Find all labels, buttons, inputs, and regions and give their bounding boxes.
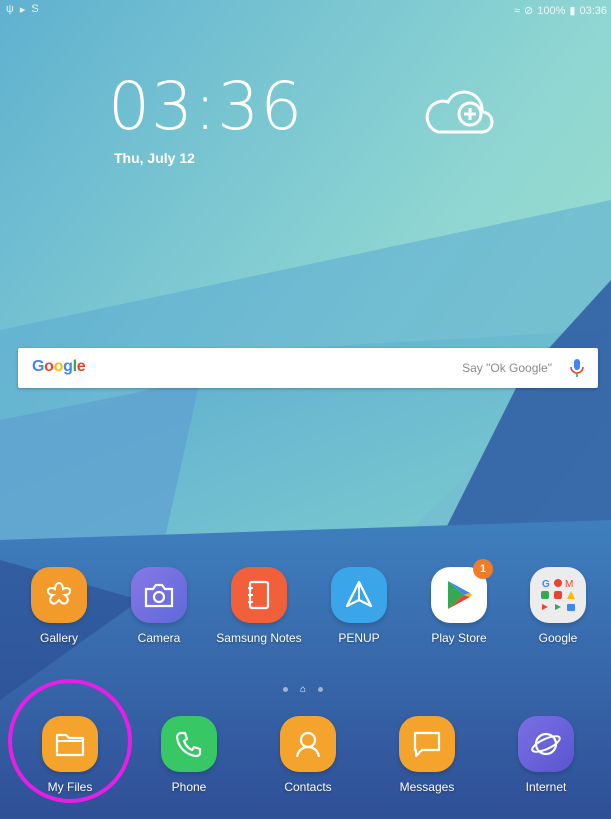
play-store-icon: 1	[431, 559, 493, 623]
page-dot	[318, 687, 324, 692]
search-hint: Say "Ok Google"	[462, 361, 552, 375]
status-time: 03:36	[579, 4, 607, 17]
usb-icon: ψ	[6, 3, 14, 15]
camera-icon	[131, 567, 187, 623]
app-label: Contacts	[284, 780, 332, 794]
status-bar: ψ ▸ S ≈ ⊘ 100% ▮ 03:36	[0, 0, 611, 20]
penup-icon	[331, 567, 387, 623]
app-play-store[interactable]: 1 Play Store	[409, 559, 509, 645]
app-label: Samsung Notes	[216, 631, 302, 645]
app-label: Phone	[171, 780, 207, 794]
notes-icon	[231, 567, 287, 623]
home-page-icon: ⌂	[300, 684, 307, 695]
app-penup[interactable]: PENUP	[309, 567, 409, 645]
app-samsung-notes[interactable]: Samsung Notes	[209, 567, 309, 645]
app-google-folder[interactable]: G M Google	[508, 567, 608, 645]
battery-icon: ▮	[569, 5, 576, 17]
svg-text:M: M	[565, 579, 573, 590]
app-internet[interactable]: Internet	[496, 716, 596, 794]
app-label: Camera	[137, 631, 181, 645]
internet-icon	[518, 716, 574, 772]
phone-icon	[161, 716, 217, 772]
my-files-highlight-circle	[8, 679, 132, 803]
app-contacts[interactable]: Contacts	[258, 716, 358, 794]
app-phone[interactable]: Phone	[139, 716, 239, 794]
svg-text:G: G	[542, 579, 550, 590]
mute-icon: ⊘	[524, 5, 534, 17]
cloud-plus-icon[interactable]	[424, 88, 494, 136]
app-label: Play Store	[431, 631, 487, 645]
app-gallery[interactable]: Gallery	[9, 567, 109, 645]
gallery-icon	[31, 567, 87, 623]
battery-percent: 100%	[537, 4, 566, 17]
app-label: Messages	[399, 780, 455, 794]
mic-icon[interactable]	[570, 358, 584, 378]
notification-badge: 1	[473, 559, 493, 579]
lockscreen-clock: 03:36	[108, 68, 304, 145]
app-label: Internet	[525, 780, 567, 794]
google-logo: Google	[32, 358, 86, 375]
messages-icon	[399, 716, 455, 772]
app-messages[interactable]: Messages	[377, 716, 477, 794]
google-folder-icon: G M	[530, 567, 586, 623]
page-indicator[interactable]: ⌂	[283, 684, 324, 695]
app-camera[interactable]: Camera	[109, 567, 209, 645]
s-icon: S	[31, 3, 39, 15]
app-label: PENUP	[338, 631, 380, 645]
contacts-icon	[280, 716, 336, 772]
google-search-bar[interactable]: Google Say "Ok Google"	[18, 348, 598, 388]
lockscreen-date: Thu, July 12	[114, 150, 195, 166]
app-label: Gallery	[39, 631, 78, 645]
wifi-icon: ≈	[514, 4, 521, 17]
cast-icon: ▸	[19, 4, 26, 16]
page-dot	[283, 687, 288, 692]
app-label: Google	[538, 631, 578, 645]
